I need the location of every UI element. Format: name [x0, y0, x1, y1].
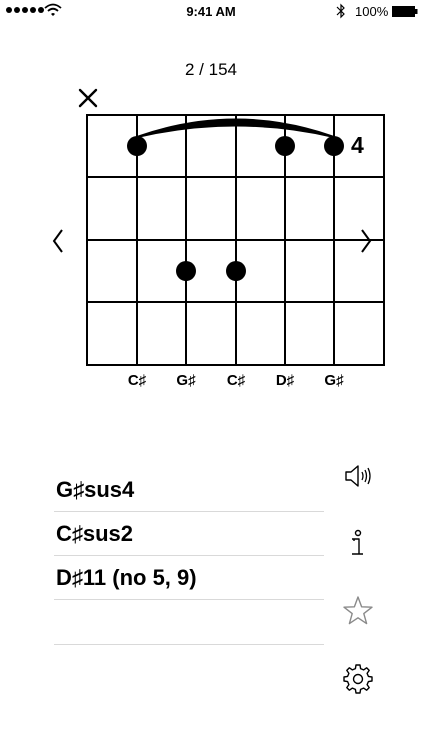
finger-dot	[176, 261, 196, 281]
finger-dot	[275, 136, 295, 156]
finger-dot	[226, 261, 246, 281]
speaker-icon[interactable]	[340, 458, 376, 494]
info-icon[interactable]	[340, 526, 376, 562]
string-note: G♯	[324, 372, 344, 389]
string-note: G♯	[176, 372, 196, 389]
chevron-right-icon[interactable]	[352, 224, 380, 258]
chord-name-item[interactable]: D♯11 (no 5, 9)	[54, 556, 324, 600]
chevron-left-icon[interactable]	[44, 224, 72, 258]
chord-name-item[interactable]	[54, 600, 324, 645]
gear-icon[interactable]	[340, 661, 376, 697]
chord-name-item[interactable]: C♯sus2	[54, 512, 324, 556]
star-icon[interactable]	[340, 593, 376, 629]
chord-name-item[interactable]: G♯sus4	[54, 468, 324, 512]
finger-dot	[127, 136, 147, 156]
finger-dot	[324, 136, 344, 156]
string-note: D♯	[275, 372, 295, 389]
fret-position-label: 4	[351, 132, 364, 158]
chord-name-list: G♯sus4 C♯sus2 D♯11 (no 5, 9)	[54, 468, 324, 645]
string-note: C♯	[127, 372, 147, 389]
string-note: C♯	[226, 372, 246, 389]
